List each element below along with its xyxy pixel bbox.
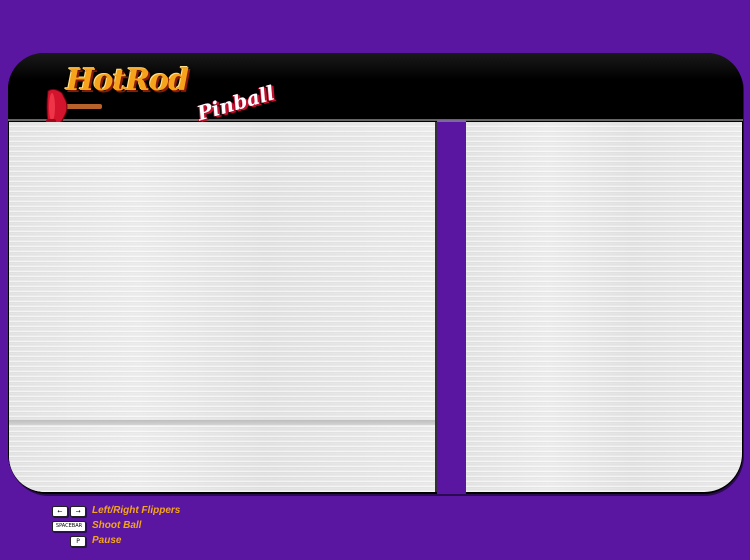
p-key-icon: P [70,536,86,547]
playfield-divider [9,420,435,425]
spacebar-key-icon: SPACEBAR [52,521,86,532]
game-stage: HotRod Pinball ← → Left/Right Flippers S… [0,0,750,560]
legend-label-flippers: Left/Right Flippers [92,505,181,516]
header-bar: HotRod Pinball [8,53,743,125]
panel-gap [437,122,466,494]
legend-row-shoot: SPACEBAR Shoot Ball [50,519,350,534]
left-arrow-key-icon: ← [52,506,68,517]
right-arrow-key-icon: → [70,506,86,517]
logo-title: HotRod [66,63,189,98]
legend-label-pause: Pause [92,535,122,546]
playfield-panel[interactable] [9,122,437,492]
score-panel [466,122,742,492]
legend-label-shoot: Shoot Ball [92,520,142,531]
controls-legend: ← → Left/Right Flippers SPACEBAR Shoot B… [50,504,350,549]
game-logo: HotRod Pinball [46,61,277,131]
legend-row-pause: P Pause [50,534,350,549]
game-frame: HotRod Pinball [8,53,743,494]
logo-subtitle: Pinball [194,80,278,126]
legend-row-flippers: ← → Left/Right Flippers [50,504,350,519]
